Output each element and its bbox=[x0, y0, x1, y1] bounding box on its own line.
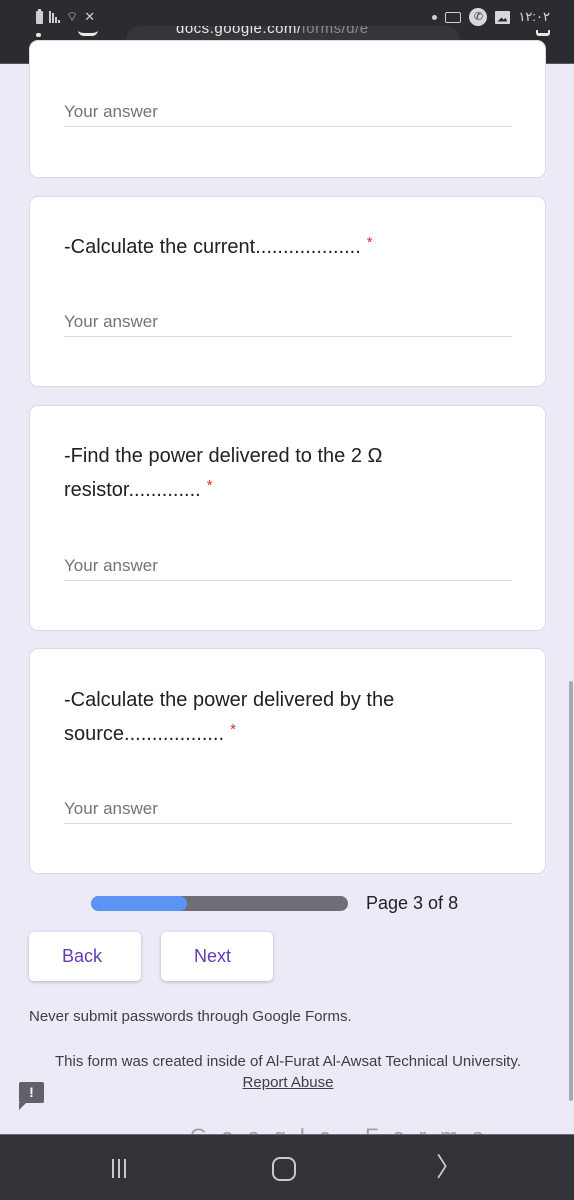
status-right-icons: ✆ ١٢:٠٢ bbox=[432, 8, 550, 26]
page-scrollbar[interactable] bbox=[569, 681, 573, 1101]
feedback-icon[interactable]: ! bbox=[19, 1082, 44, 1110]
required-asterisk: * bbox=[366, 234, 373, 251]
signal-icon bbox=[49, 11, 60, 23]
question-title: -Calculate the current..................… bbox=[64, 230, 484, 264]
url-text: docs.google.com/forms/d/e bbox=[176, 26, 369, 37]
page-indicator: Page 3 of 8 bbox=[366, 893, 459, 913]
home-icon[interactable] bbox=[272, 1157, 296, 1181]
next-button[interactable]: Next bbox=[161, 932, 273, 981]
question-card-previous bbox=[29, 40, 546, 178]
question-card: -Calculate the power delivered by the so… bbox=[29, 648, 546, 874]
browser-tabs-icon[interactable] bbox=[536, 30, 550, 36]
question-card: -Find the power delivered to the 2 Ω res… bbox=[29, 405, 546, 631]
report-abuse-link[interactable]: Report Abuse bbox=[243, 1074, 334, 1091]
answer-input[interactable] bbox=[64, 551, 512, 581]
url-path: forms/d/e bbox=[301, 26, 369, 37]
notification-dot-icon bbox=[432, 14, 438, 20]
back-button[interactable]: Back bbox=[29, 932, 141, 981]
question-card: -Calculate the current..................… bbox=[29, 196, 546, 387]
back-icon[interactable]: 〉 bbox=[436, 1153, 462, 1181]
video-call-icon bbox=[445, 11, 462, 23]
answer-input-previous[interactable] bbox=[64, 97, 512, 127]
browser-menu-icon[interactable] bbox=[36, 33, 41, 37]
battery-icon bbox=[36, 8, 43, 24]
password-warning: Never submit passwords through Google Fo… bbox=[29, 1008, 352, 1025]
mute-icon: ✕ bbox=[84, 9, 96, 24]
answer-input[interactable] bbox=[64, 307, 512, 337]
question-title: -Calculate the power delivered by the so… bbox=[64, 683, 474, 751]
system-navigation-bar: 〉 bbox=[0, 1134, 574, 1200]
form-origin-notice: This form was created inside of Al-Furat… bbox=[50, 1051, 526, 1093]
browser-home-icon[interactable] bbox=[78, 30, 98, 36]
question-text: -Calculate the current..................… bbox=[64, 236, 361, 258]
gallery-icon bbox=[495, 10, 511, 24]
required-asterisk: * bbox=[206, 477, 213, 494]
question-title: -Find the power delivered to the 2 Ω res… bbox=[64, 439, 464, 507]
url-host: docs.google.com/ bbox=[176, 26, 302, 37]
answer-input[interactable] bbox=[64, 794, 512, 824]
required-asterisk: * bbox=[230, 721, 236, 738]
wifi-icon: ⌔ bbox=[66, 9, 79, 24]
status-time: ١٢:٠٢ bbox=[518, 9, 550, 24]
page-progress-bar bbox=[91, 896, 348, 911]
page-progress-fill bbox=[91, 896, 188, 911]
form-origin-text: This form was created inside of Al-Furat… bbox=[54, 1053, 521, 1070]
phone-call-icon: ✆ bbox=[469, 8, 488, 26]
status-left-icons: ⌔ ✕ bbox=[36, 8, 96, 24]
question-text: -Find the power delivered to the 2 Ω res… bbox=[64, 445, 383, 501]
google-forms-logo: Google Forms bbox=[190, 1120, 497, 1134]
recents-icon[interactable] bbox=[112, 1159, 126, 1178]
